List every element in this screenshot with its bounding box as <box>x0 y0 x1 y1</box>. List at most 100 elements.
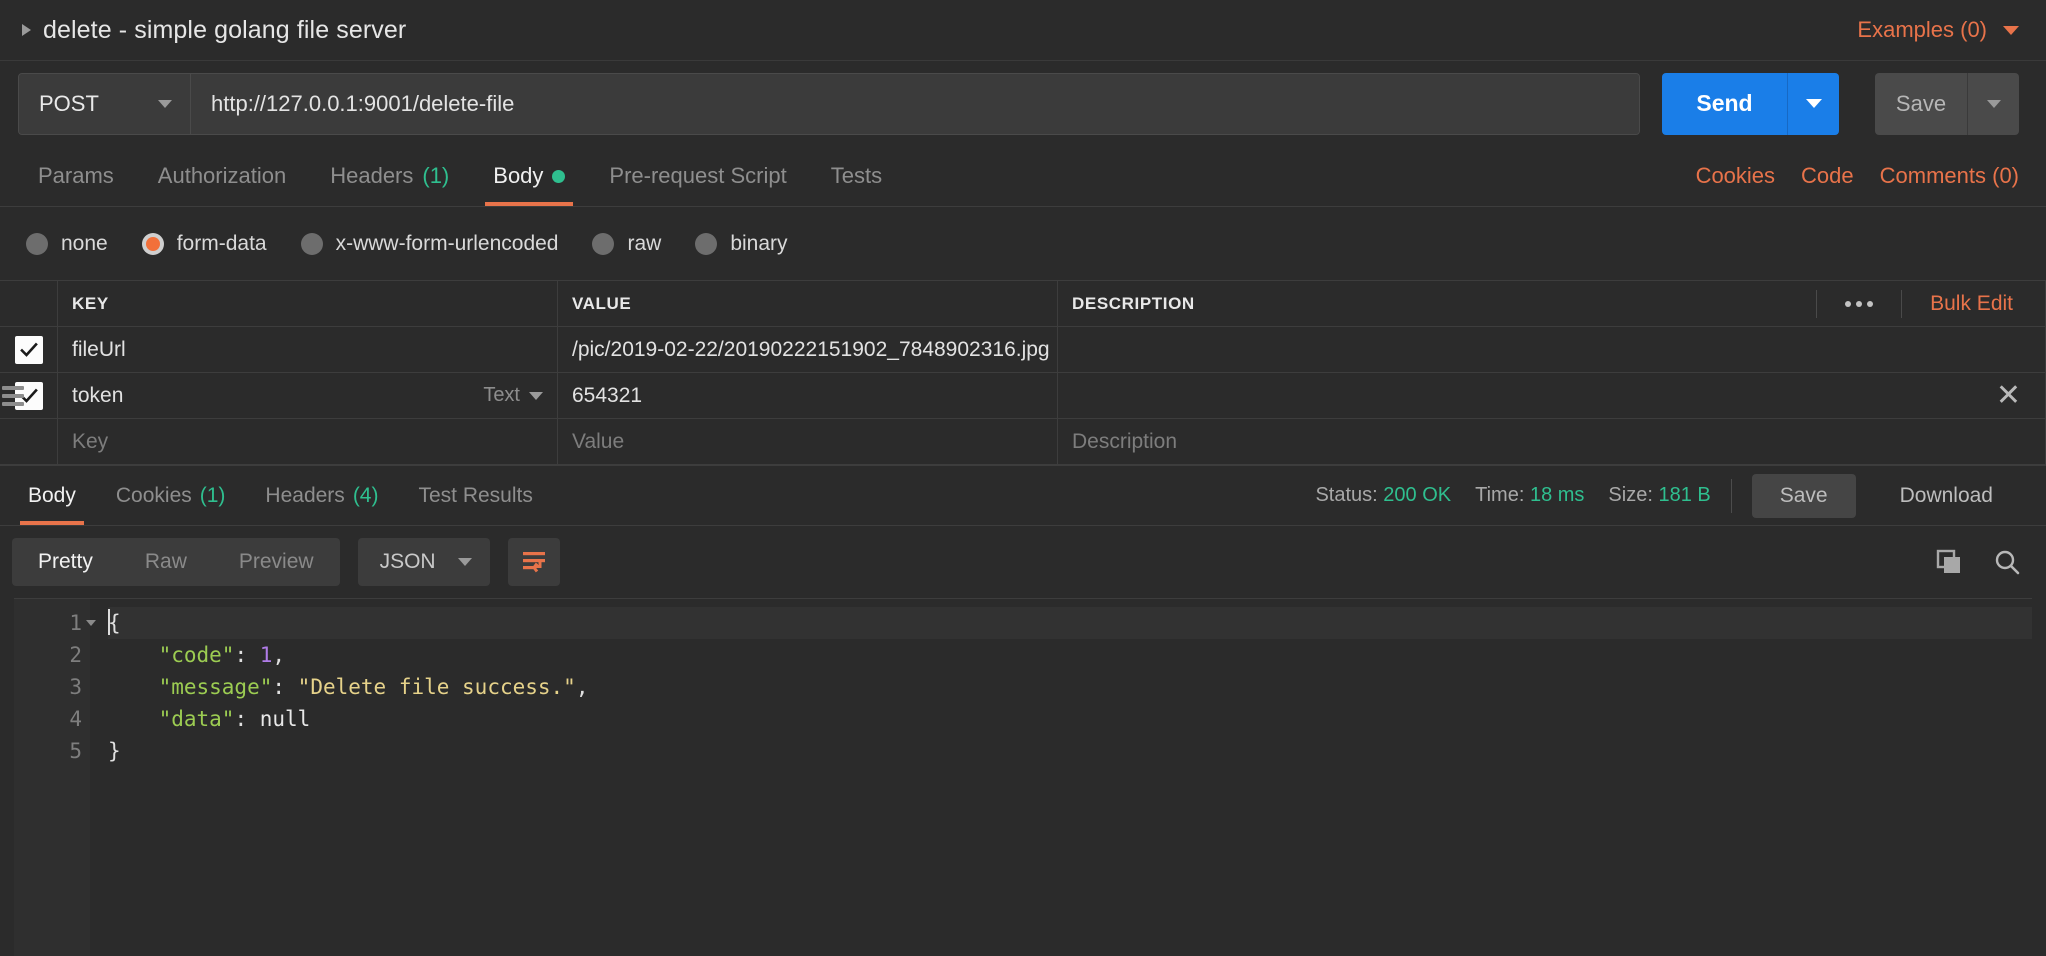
comments-link[interactable]: Comments (0) <box>1880 163 2019 189</box>
line-number: 3 <box>14 671 82 703</box>
column-header-value-label: VALUE <box>572 294 631 314</box>
save-button-group: Save <box>1875 73 2019 135</box>
code-content[interactable]: { "code": 1, "message": "Delete file suc… <box>90 599 2032 956</box>
http-method-select[interactable]: POST <box>19 74 191 134</box>
time-value: 18 ms <box>1530 484 1584 506</box>
save-options-button[interactable] <box>1967 73 2019 135</box>
expand-caret-icon[interactable] <box>22 24 31 36</box>
chevron-down-icon <box>458 558 472 566</box>
row-value-input[interactable]: 654321 <box>558 373 1058 418</box>
tab-body[interactable]: Body <box>471 146 587 206</box>
new-row-description-input[interactable]: Description <box>1058 419 2046 464</box>
response-tab-test-results[interactable]: Test Results <box>398 466 552 525</box>
word-wrap-icon <box>520 549 548 575</box>
body-type-raw[interactable]: raw <box>592 232 661 256</box>
response-body-editor[interactable]: 1 2 3 4 5 { "code": 1, "message": "Delet… <box>14 598 2032 956</box>
code-token-null: null <box>260 707 311 731</box>
time-group: Time: 18 ms <box>1475 484 1584 507</box>
save-button[interactable]: Save <box>1875 73 1967 135</box>
body-type-form-data[interactable]: form-data <box>142 232 267 256</box>
row-description-input[interactable] <box>1058 327 2046 372</box>
column-header-key: KEY <box>58 281 558 326</box>
body-type-label: form-data <box>177 232 267 256</box>
bulk-edit-link[interactable]: Bulk Edit <box>1902 292 2031 316</box>
new-row-value-input[interactable]: Value <box>558 419 1058 464</box>
tab-label: Body <box>28 484 76 508</box>
response-download-button[interactable]: Download <box>1872 474 2021 518</box>
row-key-input[interactable]: fileUrl <box>58 327 558 372</box>
viewer-mode-group: Pretty Raw Preview <box>12 538 340 586</box>
response-tab-cookies[interactable]: Cookies (1) <box>96 466 246 525</box>
drag-handle-icon[interactable] <box>2 386 24 406</box>
line-number: 1 <box>14 607 82 639</box>
body-type-x-www-form-urlencoded[interactable]: x-www-form-urlencoded <box>301 232 559 256</box>
cookies-link[interactable]: Cookies <box>1696 163 1775 189</box>
body-type-binary[interactable]: binary <box>695 232 787 256</box>
postman-request-window: delete - simple golang file server Examp… <box>0 0 2046 956</box>
word-wrap-toggle[interactable] <box>508 538 560 586</box>
code-token-number: 1 <box>260 643 273 667</box>
response-format-select[interactable]: JSON <box>358 538 490 586</box>
line-number: 2 <box>14 639 82 671</box>
code-token-colon: : <box>234 643 259 667</box>
viewer-mode-raw[interactable]: Raw <box>119 538 213 586</box>
tab-params[interactable]: Params <box>16 146 136 206</box>
response-save-button[interactable]: Save <box>1752 474 1856 518</box>
tab-label: Tests <box>831 163 882 189</box>
table-row: fileUrl /pic/2019-02-22/20190222151902_7… <box>0 327 2046 373</box>
code-line-2: "code": 1, <box>108 639 2032 671</box>
body-type-label: none <box>61 232 108 256</box>
tab-label: Authorization <box>158 163 286 189</box>
tab-count: (1) <box>422 163 449 189</box>
copy-icon[interactable] <box>1934 547 1964 577</box>
tab-count: (4) <box>353 484 379 508</box>
url-input[interactable]: http://127.0.0.1:9001/delete-file <box>191 74 1639 134</box>
row-type-select[interactable]: Text <box>483 384 543 407</box>
tab-authorization[interactable]: Authorization <box>136 146 308 206</box>
viewer-mode-preview[interactable]: Preview <box>213 538 340 586</box>
code-link[interactable]: Code <box>1801 163 1854 189</box>
row-enabled-checkbox[interactable] <box>15 336 43 364</box>
status-label: Status: <box>1315 484 1377 506</box>
tab-headers[interactable]: Headers (1) <box>308 146 471 206</box>
request-title-group[interactable]: delete - simple golang file server <box>22 16 406 45</box>
column-header-value: VALUE <box>558 281 1058 326</box>
table-header-actions: Bulk Edit <box>1816 290 2031 318</box>
status-group: Status: 200 OK <box>1315 484 1451 507</box>
send-options-button[interactable] <box>1787 73 1839 135</box>
more-options-icon[interactable] <box>1816 290 1902 318</box>
examples-dropdown[interactable]: Examples (0) <box>1857 17 2019 43</box>
chevron-down-icon <box>529 392 543 400</box>
viewer-actions <box>1934 547 2022 577</box>
response-meta: Status: 200 OK Time: 18 ms Size: 181 B <box>1315 466 1710 525</box>
tab-pre-request-script[interactable]: Pre-request Script <box>587 146 808 206</box>
body-type-none[interactable]: none <box>26 232 108 256</box>
response-bar-spacer <box>553 466 1316 525</box>
time-label: Time: <box>1475 484 1524 506</box>
column-header-key-label: KEY <box>72 294 109 314</box>
tab-label: Pre-request Script <box>609 163 786 189</box>
code-line-5: } <box>108 735 2032 767</box>
close-icon[interactable]: ✕ <box>1996 381 2031 411</box>
row-checkbox-cell <box>0 419 58 464</box>
row-key-input[interactable]: token Text <box>58 373 558 418</box>
send-button[interactable]: Send <box>1662 73 1787 135</box>
row-description-input[interactable]: ✕ <box>1058 373 2046 418</box>
http-method-label: POST <box>39 91 99 117</box>
new-row-key-input[interactable]: Key <box>58 419 558 464</box>
row-key-text: fileUrl <box>72 338 126 362</box>
row-key-text: token <box>72 384 123 408</box>
response-tab-body[interactable]: Body <box>8 466 96 525</box>
response-tab-bar: Body Cookies (1) Headers (4) Test Result… <box>0 466 2046 526</box>
viewer-mode-pretty[interactable]: Pretty <box>12 538 119 586</box>
key-placeholder: Key <box>72 430 108 454</box>
row-value-input[interactable]: /pic/2019-02-22/20190222151902_784890231… <box>558 327 1058 372</box>
text-caret <box>108 609 110 635</box>
url-bar: POST http://127.0.0.1:9001/delete-file S… <box>0 61 2046 146</box>
method-url-group: POST http://127.0.0.1:9001/delete-file <box>18 73 1640 135</box>
search-icon[interactable] <box>1992 547 2022 577</box>
tab-tests[interactable]: Tests <box>809 146 904 206</box>
radio-icon <box>26 233 48 255</box>
tabbar-spacer <box>904 146 1695 206</box>
response-tab-headers[interactable]: Headers (4) <box>245 466 398 525</box>
